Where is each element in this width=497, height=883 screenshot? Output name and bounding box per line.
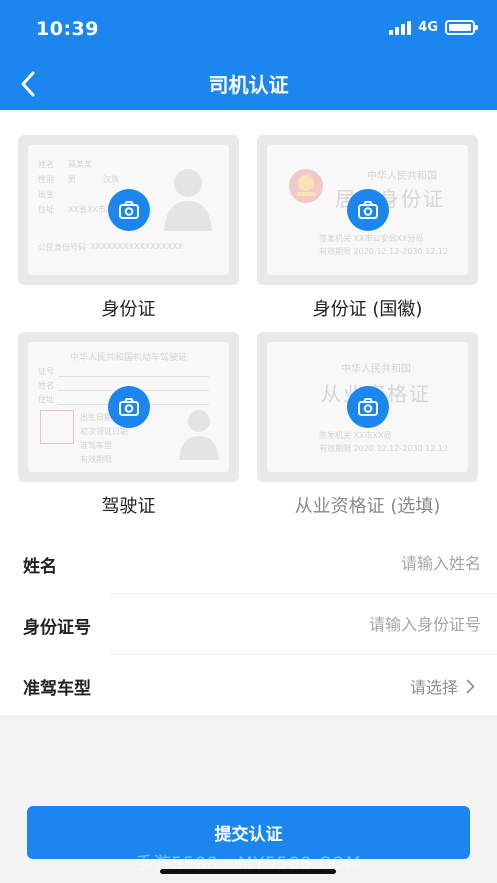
camera-button[interactable] [346, 386, 389, 428]
sample-text: 出生 [38, 190, 54, 199]
sample-text: XXXXXXXXXXXXXXXXX [90, 242, 184, 251]
camera-icon [118, 201, 139, 219]
portrait-silhouette [164, 169, 212, 231]
driver-license-upload[interactable]: 中华人民共和国机动车驾驶证 证号 姓名 住址 出生日期 初次领证日期 准驾车型 … [18, 332, 239, 482]
name-row: 姓名 [0, 533, 497, 593]
id-card-front-upload[interactable]: 姓名 莫某某 性别 男 汉族 出生 住址 XX省XX市XX区 公民身份号码 XX… [18, 135, 239, 285]
id-number-input[interactable] [221, 606, 481, 642]
sample-text: 姓名 [38, 381, 54, 390]
sample-text: 签发机关 XX市公安局XX分局 [319, 234, 424, 243]
camera-icon [357, 398, 378, 416]
license-type-select[interactable]: 请选择 [410, 674, 475, 698]
sample-text: 公民身份号码 [38, 243, 86, 252]
camera-icon [118, 398, 139, 416]
sample-text: 男 [68, 175, 76, 184]
sample-text: 有效期限 2020.12.12-2030.12.12 [319, 444, 449, 453]
sample-text: 中华人民共和国 [367, 171, 437, 182]
chevron-right-icon [466, 679, 475, 693]
license-type-label: 准驾车型 [23, 679, 91, 699]
sample-text: 汉族 [103, 175, 119, 184]
sample-text: 姓名 [38, 160, 54, 169]
network-type: 4G [418, 20, 438, 35]
sample-text: 有效期限 [80, 455, 112, 464]
sample-text: 证号 [38, 367, 54, 376]
signal-icon [389, 20, 412, 35]
app-header: 10:39 4G 司机认证 [0, 0, 497, 110]
red-stamp-sample [40, 410, 74, 444]
sample-text: 中华人民共和国机动车驾驶证 [70, 353, 188, 363]
driver-info-form: 姓名 身份证号 准驾车型 请选择 [0, 533, 497, 715]
id-number-label: 身份证号 [23, 618, 91, 638]
license-type-value: 请选择 [409, 678, 458, 697]
sample-text: 出生日期 [80, 413, 112, 422]
card-label-id-front: 身份证 [101, 299, 156, 320]
battery-icon [445, 20, 478, 35]
sample-text: 签发机关 XX市XX局 [319, 431, 392, 440]
card-label-qualification: 从业资格证 (选填) [294, 496, 441, 517]
sample-text: 性别 [38, 175, 54, 184]
card-label-driver-license: 驾驶证 [101, 496, 156, 517]
sample-line [58, 376, 209, 377]
sample-text: 准驾车型 [80, 441, 112, 450]
page-title: 司机认证 [208, 73, 289, 97]
card-label-id-back: 身份证 (国徽) [312, 299, 423, 320]
sample-text: 住址 [38, 395, 54, 404]
sample-text: 莫某某 [68, 160, 92, 169]
status-indicators: 4G [389, 20, 478, 35]
camera-button[interactable] [107, 189, 150, 231]
home-indicator [160, 869, 336, 874]
camera-icon [357, 201, 378, 219]
id-card-back-upload[interactable]: 中华人民共和国 居民身份证 签发机关 XX市公安局XX分局 有效期限 2020.… [257, 135, 478, 285]
sample-text: 有效期限 2020.12.12-2030.12.12 [319, 247, 449, 256]
license-type-row[interactable]: 准驾车型 请选择 [0, 655, 497, 715]
camera-button[interactable] [107, 386, 150, 428]
portrait-silhouette [179, 410, 219, 460]
camera-button[interactable] [346, 189, 389, 231]
sample-text: 住址 [38, 205, 54, 214]
qualification-cert-upload[interactable]: 中华人民共和国 从业资格证 签发机关 XX市XX局 有效期限 2020.12.1… [257, 332, 478, 482]
name-input[interactable] [221, 545, 481, 581]
name-label: 姓名 [23, 557, 57, 577]
status-time: 10:39 [36, 18, 99, 40]
document-upload-section: 姓名 莫某某 性别 男 汉族 出生 住址 XX省XX市XX区 公民身份号码 XX… [0, 110, 497, 533]
national-emblem-icon [289, 169, 323, 203]
sample-text: 中华人民共和国 [341, 364, 411, 375]
id-number-row: 身份证号 [0, 594, 497, 654]
sample-text: 初次领证日期 [80, 427, 128, 436]
